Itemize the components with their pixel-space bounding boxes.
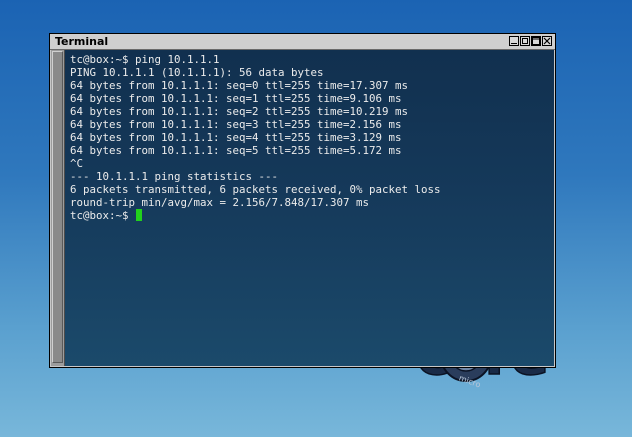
text-cursor xyxy=(136,209,143,221)
output-line: 64 bytes from 10.1.1.1: seq=2 ttl=255 ti… xyxy=(70,105,409,118)
output-line: 64 bytes from 10.1.1.1: seq=1 ttl=255 ti… xyxy=(70,92,402,105)
terminal-text: tc@box:~$ ping 10.1.1.1 PING 10.1.1.1 (1… xyxy=(70,53,441,222)
close-icon xyxy=(543,37,551,45)
scrollbar-thumb[interactable] xyxy=(52,51,63,363)
output-line: ^C xyxy=(70,157,84,170)
restore-icon xyxy=(522,38,528,44)
maximize-icon xyxy=(532,37,540,45)
prompt: tc@box:~$ xyxy=(70,209,136,222)
output-line: 64 bytes from 10.1.1.1: seq=5 ttl=255 ti… xyxy=(70,144,402,157)
window-title: Terminal xyxy=(55,35,109,48)
minimize-button[interactable] xyxy=(509,36,519,46)
output-line: tc@box:~$ ping 10.1.1.1 xyxy=(70,53,220,66)
terminal-output[interactable]: tc@box:~$ ping 10.1.1.1 PING 10.1.1.1 (1… xyxy=(65,50,554,366)
output-line: --- 10.1.1.1 ping statistics --- xyxy=(70,170,279,183)
title-bar[interactable]: Terminal xyxy=(50,34,555,50)
output-line: 64 bytes from 10.1.1.1: seq=4 ttl=255 ti… xyxy=(70,131,402,144)
maximize-button[interactable] xyxy=(531,36,541,46)
prompt-line[interactable]: tc@box:~$ xyxy=(70,209,441,222)
output-line: 64 bytes from 10.1.1.1: seq=3 ttl=255 ti… xyxy=(70,118,402,131)
terminal-window[interactable]: Terminal tc@box:~$ ping 10.1.1.1 PING 10… xyxy=(49,33,556,368)
minimize-icon xyxy=(511,43,517,44)
restore-button[interactable] xyxy=(520,36,530,46)
terminal-scrollbar[interactable] xyxy=(51,50,65,366)
output-line: round-trip min/avg/max = 2.156/7.848/17.… xyxy=(70,196,370,209)
output-line: 6 packets transmitted, 6 packets receive… xyxy=(70,183,441,196)
output-line: PING 10.1.1.1 (10.1.1.1): 56 data bytes xyxy=(70,66,324,79)
window-controls xyxy=(509,36,552,47)
close-button[interactable] xyxy=(542,36,552,46)
output-line: 64 bytes from 10.1.1.1: seq=0 ttl=255 ti… xyxy=(70,79,409,92)
